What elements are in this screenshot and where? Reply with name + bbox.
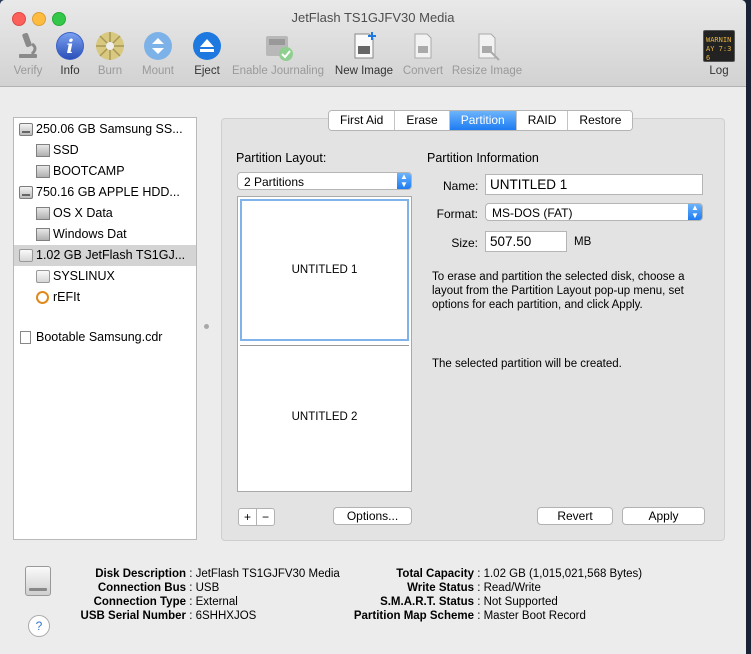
journaling-icon: [262, 30, 294, 62]
volume-icon: [36, 165, 50, 178]
eject-button[interactable]: Eject: [190, 30, 224, 82]
disk-info-right: Total Capacity : 1.02 GB (1,015,021,568 …: [345, 567, 642, 623]
sidebar-item-samsung-disk[interactable]: 250.06 GB Samsung SS...: [14, 119, 196, 140]
log-icon: WARNIN AY 7:36: [703, 30, 735, 62]
verify-button[interactable]: Verify: [10, 30, 46, 82]
format-popup[interactable]: MS-DOS (FAT) ▲ ▼: [485, 203, 703, 221]
window-title: JetFlash TS1GJFV30 Media: [291, 10, 455, 25]
tab-first-aid[interactable]: First Aid: [329, 111, 396, 130]
eject-icon: [191, 30, 223, 62]
size-unit-label: MB: [574, 236, 592, 248]
partition-name-field[interactable]: UNTITLED 1: [485, 174, 703, 195]
split-view-handle[interactable]: [204, 324, 209, 329]
selected-disk-icon: [25, 566, 51, 596]
total-capacity-row: Total Capacity : 1.02 GB (1,015,021,568 …: [396, 568, 643, 580]
tab-partition[interactable]: Partition: [449, 111, 517, 130]
popup-arrows-icon: ▲ ▼: [688, 204, 702, 220]
name-label: Name:: [443, 179, 479, 193]
svg-text:i: i: [66, 36, 73, 58]
sidebar-item-apple-hdd[interactable]: 750.16 GB APPLE HDD...: [14, 182, 196, 203]
hard-disk-icon: [19, 123, 33, 136]
usb-volume-icon: [36, 270, 50, 283]
partition-layout-map[interactable]: UNTITLED 1 UNTITLED 2: [237, 196, 412, 492]
tab-erase[interactable]: Erase: [395, 111, 450, 130]
revert-button[interactable]: Revert: [537, 507, 613, 525]
partition-layout-popup[interactable]: 2 Partitions ▲ ▼: [237, 172, 412, 190]
remove-partition-button[interactable]: −: [256, 508, 275, 526]
tab-restore[interactable]: Restore: [568, 111, 633, 130]
partition-information-heading: Partition Information: [427, 151, 539, 165]
resize-image-button[interactable]: Resize Image: [451, 30, 523, 82]
tab-raid[interactable]: RAID: [516, 111, 569, 130]
partition-map-scheme-row: Partition Map Scheme : Master Boot Recor…: [353, 610, 586, 622]
burn-button[interactable]: Burn: [94, 30, 126, 82]
usb-serial-row: USB Serial Number : 6SHHXJOS: [80, 610, 257, 622]
sidebar-item-refit[interactable]: rEFIt: [14, 287, 196, 308]
sidebar-item-ssd[interactable]: SSD: [14, 140, 196, 161]
disk-image-file-icon: [20, 331, 31, 344]
convert-button[interactable]: Convert: [401, 30, 445, 82]
convert-icon: [407, 30, 439, 62]
volume-icon: [36, 144, 50, 157]
connection-type-row: Connection Type : External: [93, 596, 238, 608]
desktop-background: [746, 0, 751, 654]
titlebar: JetFlash TS1GJFV30 Media Verify i Info B…: [0, 0, 746, 87]
partition-block-2[interactable]: UNTITLED 2: [240, 345, 409, 487]
connection-bus-row: Connection Bus : USB: [97, 582, 220, 594]
apply-button[interactable]: Apply: [622, 507, 705, 525]
popup-arrows-icon: ▲ ▼: [397, 173, 411, 189]
size-label: Size:: [451, 236, 478, 250]
new-image-button[interactable]: New Image: [333, 30, 395, 82]
hard-disk-icon: [19, 186, 33, 199]
disk-info-left: Disk Description : JetFlash TS1GJFV30 Me…: [60, 567, 340, 623]
partition-status-text: The selected partition will be created.: [432, 358, 622, 370]
sidebar-item-windows-dat[interactable]: Windows Dat: [14, 224, 196, 245]
help-button[interactable]: ?: [28, 615, 50, 637]
new-image-icon: [348, 30, 380, 62]
format-label: Format:: [436, 207, 478, 221]
partition-layout-label: Partition Layout:: [236, 151, 327, 165]
sidebar-item-jetflash[interactable]: 1.02 GB JetFlash TS1GJ...: [14, 245, 196, 266]
enable-journaling-button[interactable]: Enable Journaling: [230, 30, 326, 82]
volume-icon: [36, 228, 50, 241]
disk-list-sidebar[interactable]: 250.06 GB Samsung SS... SSD BOOTCAMP 750…: [13, 117, 197, 540]
resize-image-icon: [471, 30, 503, 62]
log-button[interactable]: WARNIN AY 7:36 Log: [703, 30, 735, 82]
disk-utility-window: JetFlash TS1GJFV30 Media Verify i Info B…: [0, 0, 746, 654]
burn-disc-icon: [94, 30, 126, 62]
partition-size-field[interactable]: 507.50: [485, 231, 567, 252]
info-button[interactable]: i Info: [54, 30, 86, 82]
sidebar-item-bootcamp[interactable]: BOOTCAMP: [14, 161, 196, 182]
info-icon: i: [54, 30, 86, 62]
smart-status-row: S.M.A.R.T. Status : Not Supported: [380, 596, 558, 608]
add-partition-button[interactable]: +: [238, 508, 257, 526]
log-screen-text: WARNIN AY 7:36: [706, 36, 732, 62]
options-button[interactable]: Options...: [333, 507, 412, 525]
tab-bar: First Aid Erase Partition RAID Restore: [328, 110, 634, 131]
partition-help-text: To erase and partition the selected disk…: [432, 271, 685, 311]
partition-block-1[interactable]: UNTITLED 1: [240, 199, 409, 341]
disk-description-row: Disk Description : JetFlash TS1GJFV30 Me…: [95, 568, 340, 580]
volume-icon: [36, 207, 50, 220]
mount-icon: [142, 30, 174, 62]
sidebar-item-osx-data[interactable]: OS X Data: [14, 203, 196, 224]
refit-icon: [36, 291, 49, 304]
mount-button[interactable]: Mount: [139, 30, 177, 82]
write-status-row: Write Status : Read/Write: [407, 582, 541, 594]
usb-drive-icon: [19, 249, 33, 262]
microscope-icon: [12, 30, 44, 62]
sidebar-item-syslinux[interactable]: SYSLINUX: [14, 266, 196, 287]
sidebar-item-bootable-samsung-cdr[interactable]: Bootable Samsung.cdr: [14, 327, 196, 348]
